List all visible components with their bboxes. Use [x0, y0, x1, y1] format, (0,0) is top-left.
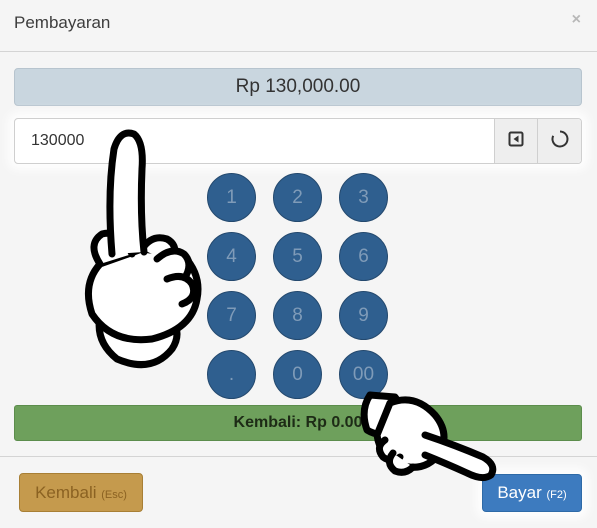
keypad-key-6[interactable]: 6: [339, 232, 388, 281]
back-button-shortcut: (Esc): [101, 489, 127, 501]
keypad-key-8[interactable]: 8: [273, 291, 322, 340]
keypad-key-0[interactable]: 0: [273, 350, 322, 399]
keypad-key-5[interactable]: 5: [273, 232, 322, 281]
back-button-label: Kembali: [35, 483, 97, 502]
reset-icon: [550, 129, 570, 154]
backspace-button[interactable]: [494, 119, 537, 163]
pay-button-shortcut: (F2): [546, 489, 567, 501]
backspace-icon: [508, 131, 524, 152]
payment-modal: Pembayaran × Rp 130,000.00 1 2 3 4 5: [0, 0, 597, 528]
keypad-key-3[interactable]: 3: [339, 173, 388, 222]
total-amount-display: Rp 130,000.00: [14, 68, 582, 106]
keypad-key-decimal[interactable]: .: [207, 350, 256, 399]
reset-button[interactable]: [537, 119, 581, 163]
pointing-hand-icon: [72, 124, 212, 379]
modal-header: Pembayaran ×: [0, 0, 597, 52]
pointing-hand-icon: [355, 385, 505, 490]
numeric-keypad: 1 2 3 4 5 6 7 8 9 . 0 00: [207, 173, 389, 399]
modal-title: Pembayaran: [14, 13, 111, 32]
keypad-key-4[interactable]: 4: [207, 232, 256, 281]
keypad-key-1[interactable]: 1: [207, 173, 256, 222]
close-icon[interactable]: ×: [572, 11, 581, 29]
back-button[interactable]: Kembali (Esc): [19, 473, 143, 512]
keypad-key-9[interactable]: 9: [339, 291, 388, 340]
keypad-key-7[interactable]: 7: [207, 291, 256, 340]
keypad-key-2[interactable]: 2: [273, 173, 322, 222]
